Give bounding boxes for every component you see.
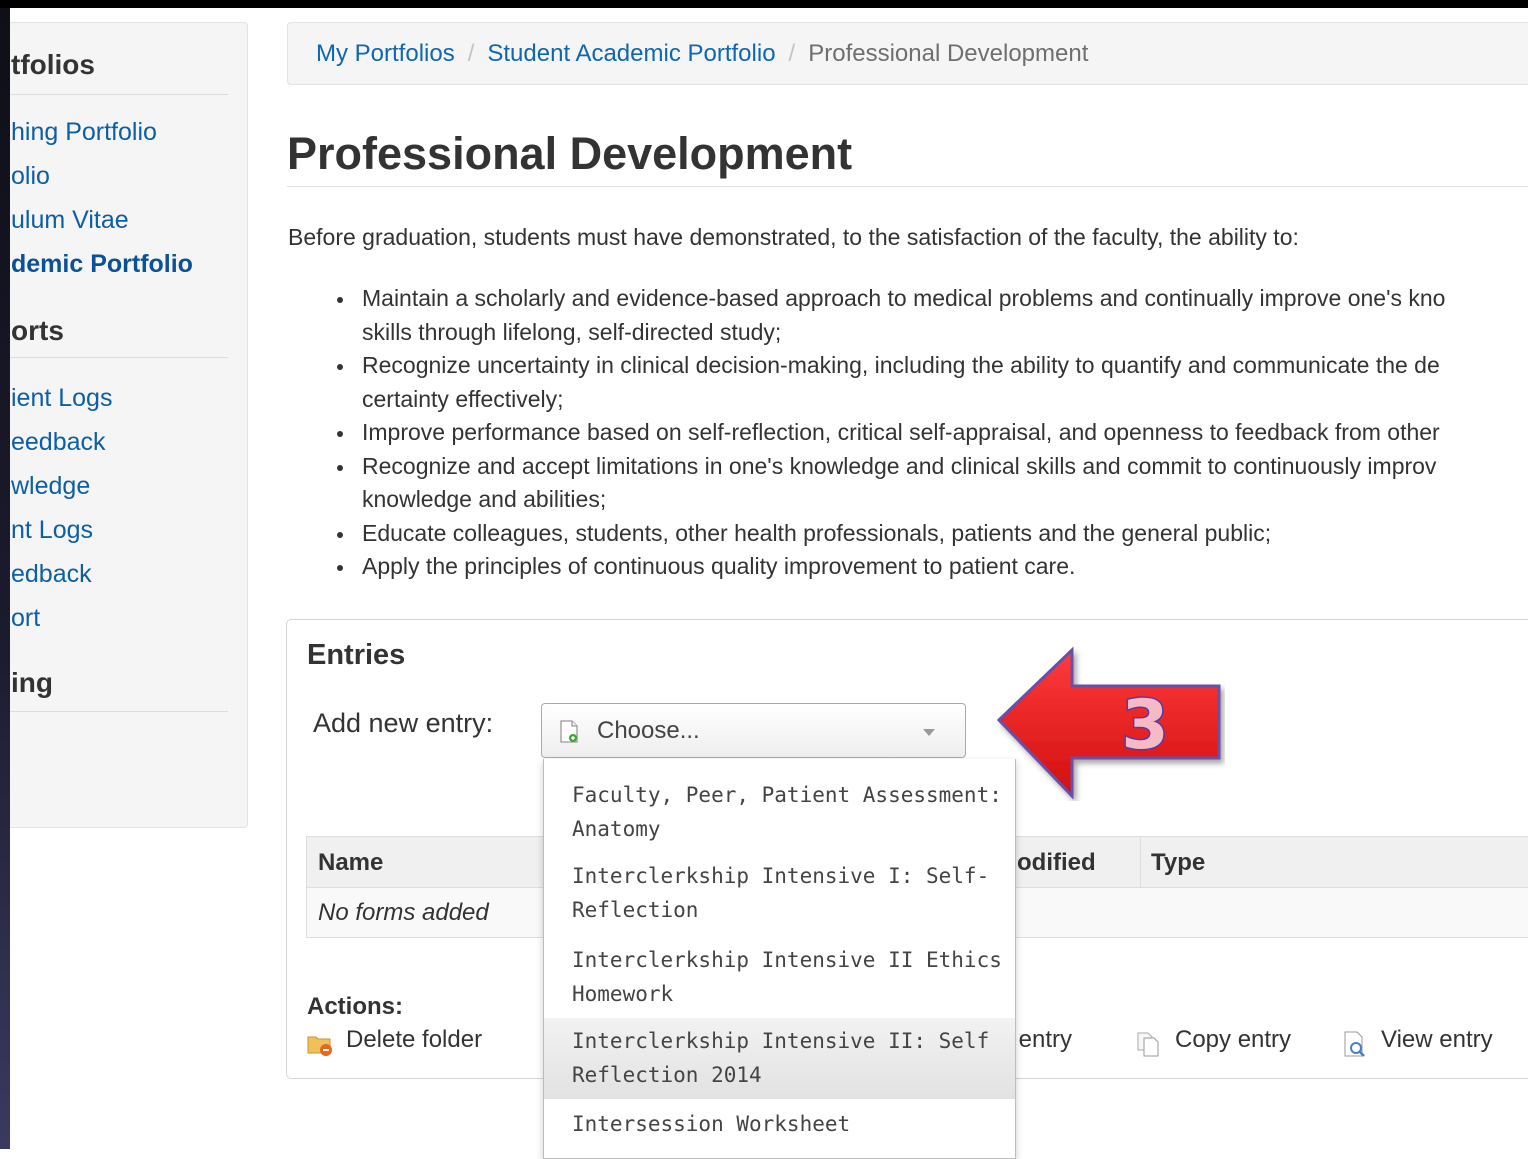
list-item: Improve performance based on self-reflec… — [335, 416, 1528, 450]
option-line: Reflection — [572, 897, 699, 922]
view-entry-label: View entry — [1381, 1026, 1493, 1053]
breadcrumb-current: Professional Development — [808, 40, 1089, 67]
list-item-line: Recognize uncertainty in clinical decisi… — [362, 352, 1440, 378]
option-line: Reflection 2014 — [572, 1062, 762, 1087]
sidebar-item-feedback-2[interactable]: edback — [11, 560, 92, 589]
delete-folder-label: Delete folder — [346, 1026, 483, 1053]
list-item: Apply the principles of continuous quali… — [335, 550, 1528, 584]
step-callout-arrow: 3 — [996, 646, 1221, 800]
option-line: Intersession Worksheet — [572, 1112, 851, 1136]
sidebar-item-academic-portfolio[interactable]: demic Portfolio — [11, 250, 193, 279]
add-entry-label: Add new entry: — [313, 708, 494, 738]
option-line: Interclerkship Intensive I: Self- — [572, 864, 990, 888]
list-item-line: Educate colleagues, students, other heal… — [362, 519, 1272, 546]
breadcrumb-separator: / — [467, 40, 475, 67]
dropdown-option[interactable]: Interclerkship Intensive I: Self- Reflec… — [544, 860, 1015, 927]
intro-text: Before graduation, students must have de… — [288, 224, 1299, 250]
list-item: Educate colleagues, students, other heal… — [335, 517, 1528, 551]
select-value: Choose... — [597, 717, 700, 744]
top-frame-strip — [0, 0, 1528, 8]
dropdown-option[interactable]: Interclerkship Intensive II Ethics Homew… — [544, 944, 1015, 1011]
sidebar-header-portfolios: tfolios — [11, 49, 95, 80]
option-line: Anatomy — [572, 816, 661, 841]
sidebar-item-curriculum-vitae[interactable]: ulum Vitae — [11, 206, 129, 235]
dropdown-option-highlighted[interactable]: Interclerkship Intensive II: Self Reflec… — [544, 1018, 1015, 1099]
sidebar: tfolios hing Portfolio olio ulum Vitae d… — [10, 22, 248, 828]
breadcrumb-student-academic-portfolio[interactable]: Student Academic Portfolio — [487, 40, 775, 67]
sidebar-divider — [10, 711, 228, 712]
copy-entry-label: Copy entry — [1175, 1026, 1292, 1053]
sidebar-item-report[interactable]: ort — [11, 604, 40, 633]
list-item-line: skills through lifelong, self-directed s… — [362, 318, 782, 345]
list-item-line: Improve performance based on self-reflec… — [362, 419, 1440, 445]
sidebar-item-knowledge[interactable]: wledge — [11, 472, 90, 501]
column-header-type[interactable]: Type — [1151, 849, 1205, 877]
empty-table-message: No forms added — [318, 899, 489, 926]
option-line: Interclerkship Intensive II Ethics — [572, 948, 1002, 972]
actions-label: Actions: — [307, 993, 403, 1020]
list-item-line: Maintain a scholarly and evidence-based … — [362, 285, 1446, 311]
delete-folder-icon — [307, 1036, 332, 1056]
list-item: Recognize uncertainty in clinical decisi… — [335, 349, 1528, 416]
option-line: Interclerkship Intensive II: Self — [572, 1029, 990, 1053]
entry-type-dropdown: Faculty, Peer, Patient Assessment: Anato… — [543, 759, 1016, 1159]
option-line: Homework — [572, 981, 674, 1006]
sidebar-item-teaching-portfolio[interactable]: hing Portfolio — [11, 118, 157, 147]
entries-title: Entries — [307, 639, 406, 671]
step-number: 3 — [1121, 686, 1168, 765]
left-frame-strip — [0, 8, 10, 1149]
option-line: Faculty, Peer, Patient Assessment: — [572, 783, 1002, 807]
list-item: Maintain a scholarly and evidence-based … — [335, 282, 1528, 349]
list-item-line: Apply the principles of continuous quali… — [362, 553, 1076, 579]
sidebar-item-patient-logs[interactable]: ient Logs — [11, 384, 112, 413]
dropdown-option[interactable]: Faculty, Peer, Patient Assessment: Anato… — [544, 779, 1015, 846]
chevron-down-icon — [923, 729, 935, 736]
competency-list: Maintain a scholarly and evidence-based … — [335, 282, 1528, 584]
view-entry-icon — [1344, 1031, 1365, 1057]
sidebar-header-third: ing — [11, 667, 53, 698]
add-entry-select[interactable]: Choose... — [541, 703, 966, 758]
column-header-modified[interactable]: odified — [1017, 849, 1096, 877]
breadcrumb-separator: / — [788, 40, 796, 67]
list-item-line: knowledge and abilities; — [362, 486, 607, 512]
column-header-name[interactable]: Name — [318, 849, 383, 877]
list-item-line: Recognize and accept limitations in one'… — [362, 452, 1437, 479]
list-item-line: certainty effectively; — [362, 385, 564, 412]
sidebar-item-portfolio[interactable]: olio — [11, 162, 50, 191]
sidebar-divider — [10, 357, 228, 358]
list-item: Recognize and accept limitations in one'… — [335, 450, 1528, 517]
copy-entry-icon — [1137, 1032, 1159, 1057]
dropdown-option[interactable]: Intersession Worksheet — [544, 1108, 1015, 1142]
breadcrumb-my-portfolios[interactable]: My Portfolios — [316, 40, 455, 67]
sidebar-divider — [10, 94, 228, 95]
sidebar-item-feedback[interactable]: eedback — [11, 428, 106, 457]
column-divider — [1140, 837, 1141, 887]
new-document-icon — [560, 720, 578, 743]
sidebar-header-reports: orts — [11, 315, 64, 346]
title-divider — [287, 186, 1528, 187]
breadcrumb: My Portfolios / Student Academic Portfolio… — [287, 22, 1528, 85]
sidebar-item-student-logs[interactable]: nt Logs — [11, 516, 93, 545]
page-title: Professional Development — [287, 128, 853, 179]
